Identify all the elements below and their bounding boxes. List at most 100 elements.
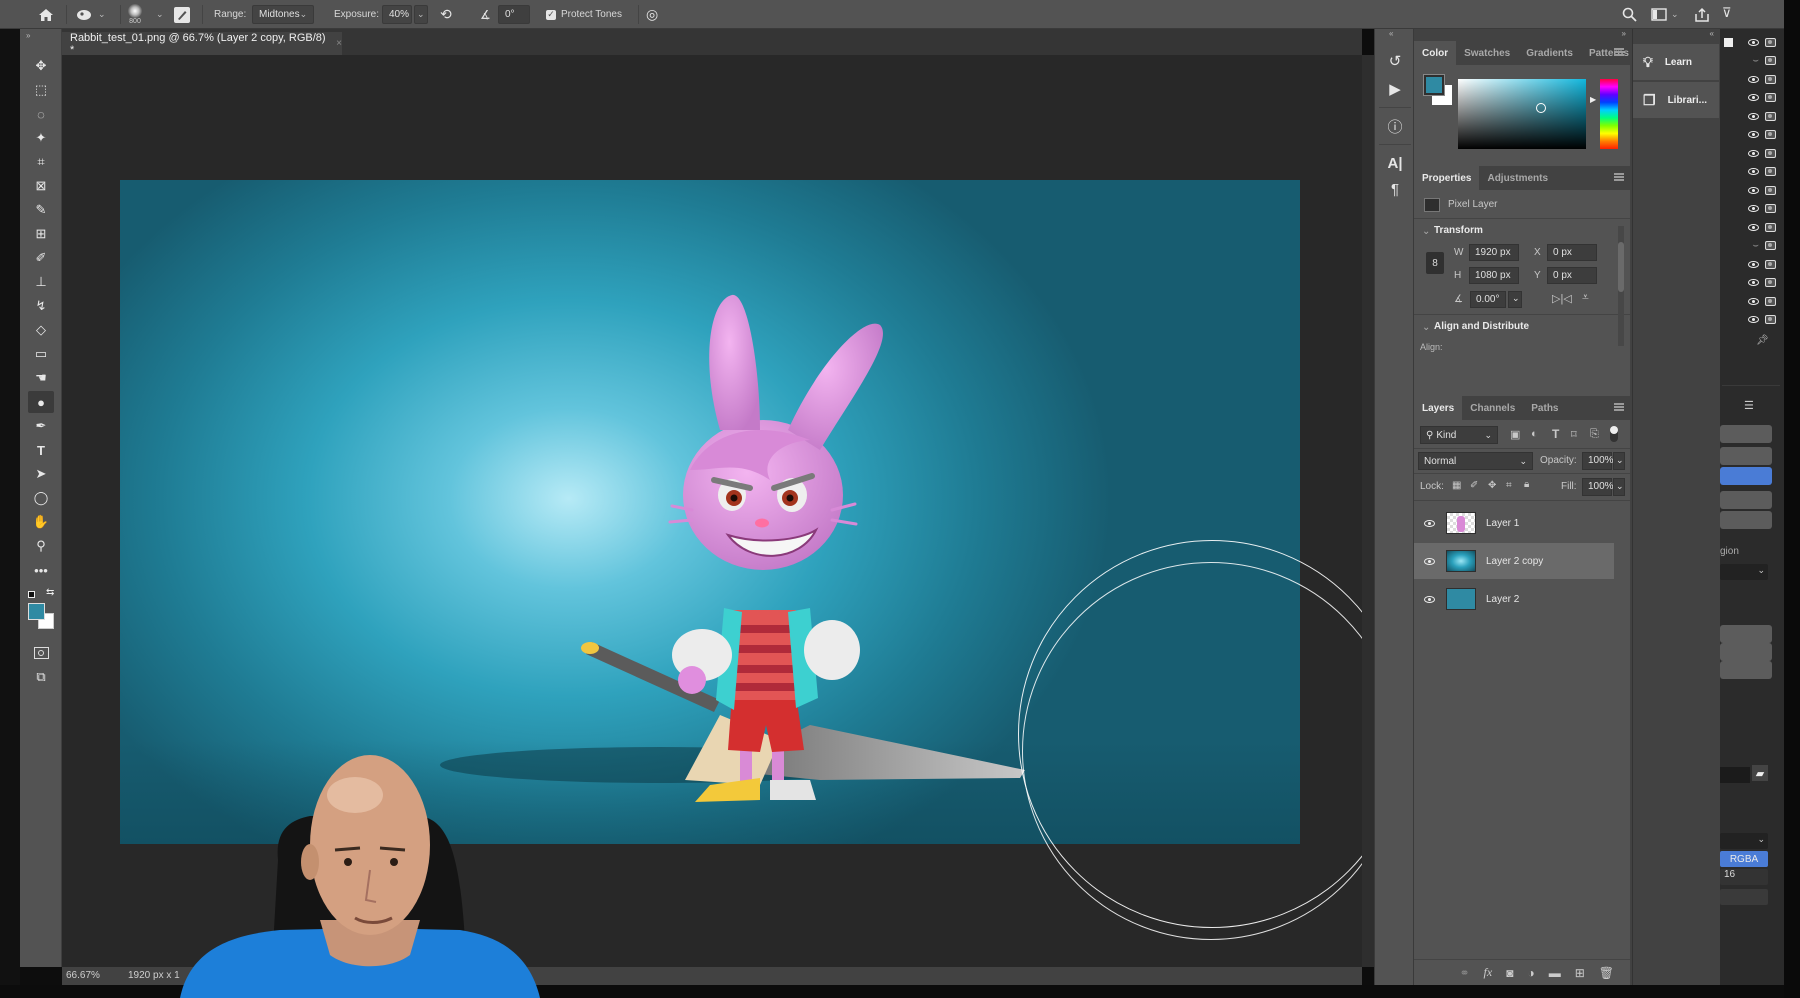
collapse-toolbar-icon[interactable]: »: [26, 31, 30, 40]
angle-input[interactable]: 0°: [498, 5, 530, 24]
eye-icon[interactable]: [1748, 316, 1759, 323]
eye-icon[interactable]: [1748, 205, 1759, 212]
rotation-input[interactable]: 0.00°: [1470, 291, 1506, 308]
flip-horizontal-icon[interactable]: ▷|◁: [1552, 292, 1572, 305]
layer-row[interactable]: Layer 2: [1414, 581, 1614, 617]
ellipse-tool[interactable]: ◯: [28, 487, 54, 509]
filter-adjustment-icon[interactable]: ◐: [1531, 428, 1538, 440]
tab-patterns[interactable]: Patterns: [1581, 41, 1637, 65]
actions-button[interactable]: ▶: [1383, 77, 1407, 101]
flip-vertical-icon[interactable]: ⩡: [1582, 290, 1589, 305]
panel-menu-icon[interactable]: [1614, 48, 1624, 56]
expand-panels-icon[interactable]: »: [1622, 29, 1626, 38]
layer-name[interactable]: Layer 1: [1486, 518, 1519, 529]
chevron-down-icon[interactable]: ⌄: [1422, 322, 1430, 333]
airbrush-button[interactable]: ⟲: [440, 0, 452, 29]
delete-layer-icon[interactable]: 🗑︎: [1599, 966, 1614, 980]
camera-icon[interactable]: [1765, 167, 1776, 176]
foreground-color-swatch[interactable]: [28, 603, 45, 620]
vertical-scrollbar[interactable]: [1362, 55, 1374, 967]
hue-slider[interactable]: [1600, 79, 1618, 149]
swap-colors-icon[interactable]: ⇆: [46, 587, 54, 598]
info-button[interactable]: ⓘ: [1383, 114, 1407, 138]
paragraph-button[interactable]: ¶: [1383, 177, 1407, 201]
visibility-row[interactable]: [1720, 107, 1780, 125]
filter-toggle[interactable]: [1610, 426, 1618, 442]
tool-preset-picker[interactable]: ⌄: [76, 0, 106, 29]
visibility-eye-icon[interactable]: [1414, 519, 1444, 527]
camera-icon[interactable]: [1765, 37, 1776, 47]
camera-icon[interactable]: [1765, 93, 1776, 102]
healing-tool[interactable]: ⊞: [28, 223, 54, 245]
color-picker-handle[interactable]: [1536, 103, 1546, 113]
exposure-slider-toggle[interactable]: ⌄: [414, 5, 428, 24]
property-slot[interactable]: [1720, 889, 1768, 905]
eye-icon[interactable]: [1748, 279, 1759, 286]
rotation-dropdown[interactable]: ⌄: [1508, 291, 1522, 308]
camera-icon[interactable]: [1765, 74, 1776, 84]
tab-channels[interactable]: Channels: [1462, 396, 1523, 420]
transform-section-title[interactable]: Transform: [1434, 225, 1483, 236]
new-layer-icon[interactable]: ⊞: [1575, 966, 1585, 980]
add-mask-icon[interactable]: ◙: [1506, 966, 1513, 980]
libraries-button[interactable]: ❐ Librari...: [1633, 82, 1719, 118]
property-slot[interactable]: [1720, 491, 1772, 509]
quick-mask-button[interactable]: [28, 642, 54, 664]
camera-icon[interactable]: [1765, 130, 1776, 139]
filter-pixel-icon[interactable]: ▣: [1510, 428, 1520, 441]
panel-menu-icon[interactable]: [1614, 173, 1624, 181]
width-input[interactable]: 1920 px: [1469, 244, 1519, 261]
eye-icon[interactable]: [1748, 149, 1759, 157]
gradient-tool[interactable]: ▭: [28, 343, 54, 365]
camera-icon[interactable]: [1765, 259, 1776, 269]
adjustment-layer-icon[interactable]: ◑: [1527, 966, 1534, 980]
eye-icon[interactable]: [1748, 186, 1759, 194]
eyedropper-tool[interactable]: ✎: [28, 199, 54, 221]
visibility-row[interactable]: [1720, 292, 1780, 310]
collapse-icon[interactable]: «: [1710, 29, 1714, 38]
format-dropdown[interactable]: ⌄: [1720, 833, 1768, 849]
brush-preset-picker[interactable]: 800: [128, 0, 142, 29]
new-group-icon[interactable]: ▬: [1549, 966, 1561, 980]
camera-icon[interactable]: [1765, 56, 1776, 65]
crop-tool[interactable]: ⌗: [28, 151, 54, 173]
camera-icon[interactable]: [1765, 222, 1776, 232]
color-depth-field[interactable]: 16: [1720, 869, 1768, 885]
eye-icon[interactable]: [1748, 223, 1759, 231]
visibility-row[interactable]: [1720, 274, 1780, 292]
visibility-row[interactable]: ⌣: [1720, 52, 1780, 70]
eye-icon[interactable]: [1748, 112, 1759, 120]
camera-icon[interactable]: [1765, 296, 1776, 306]
range-dropdown[interactable]: Midtones ⌄: [252, 5, 314, 24]
pin-icon[interactable]: 📌︎: [1756, 335, 1769, 346]
property-slot[interactable]: [1720, 447, 1772, 465]
camera-icon[interactable]: [1765, 204, 1776, 213]
visibility-row[interactable]: ⌣: [1720, 237, 1780, 255]
opacity-input[interactable]: 100%: [1582, 452, 1614, 470]
camera-icon[interactable]: [1765, 148, 1776, 158]
visibility-eye-icon[interactable]: [1414, 595, 1444, 603]
camera-icon[interactable]: [1765, 278, 1776, 287]
collapsed-icon[interactable]: ⌣: [1752, 240, 1759, 251]
pen-tool[interactable]: ✒: [28, 415, 54, 437]
eye-icon[interactable]: [1748, 131, 1759, 138]
visibility-row[interactable]: [1720, 181, 1780, 199]
visibility-eye-icon[interactable]: [1414, 557, 1444, 565]
search-button[interactable]: [1622, 0, 1637, 29]
visibility-row[interactable]: [1720, 126, 1780, 144]
layer-filter-dropdown[interactable]: ⚲ Kind ⌄: [1420, 426, 1498, 444]
lock-all-icon[interactable]: 🔒︎: [1524, 479, 1529, 490]
chevron-down-icon[interactable]: ⌄: [156, 9, 164, 20]
filter-shape-icon[interactable]: ⌑: [1571, 428, 1577, 441]
camera-icon[interactable]: [1765, 111, 1776, 121]
marquee-tool[interactable]: ⬚: [28, 79, 54, 101]
chevron-down-icon[interactable]: ⌄: [1422, 226, 1430, 237]
property-slot[interactable]: [1720, 625, 1772, 643]
camera-icon[interactable]: [1765, 241, 1776, 250]
exposure-input[interactable]: 40%: [382, 5, 412, 24]
visibility-row[interactable]: [1720, 89, 1780, 107]
tab-gradients[interactable]: Gradients: [1518, 41, 1581, 65]
collapse-strip-icon[interactable]: «: [1389, 29, 1393, 38]
visibility-row[interactable]: [1720, 218, 1780, 236]
property-slot[interactable]: [1720, 511, 1772, 529]
